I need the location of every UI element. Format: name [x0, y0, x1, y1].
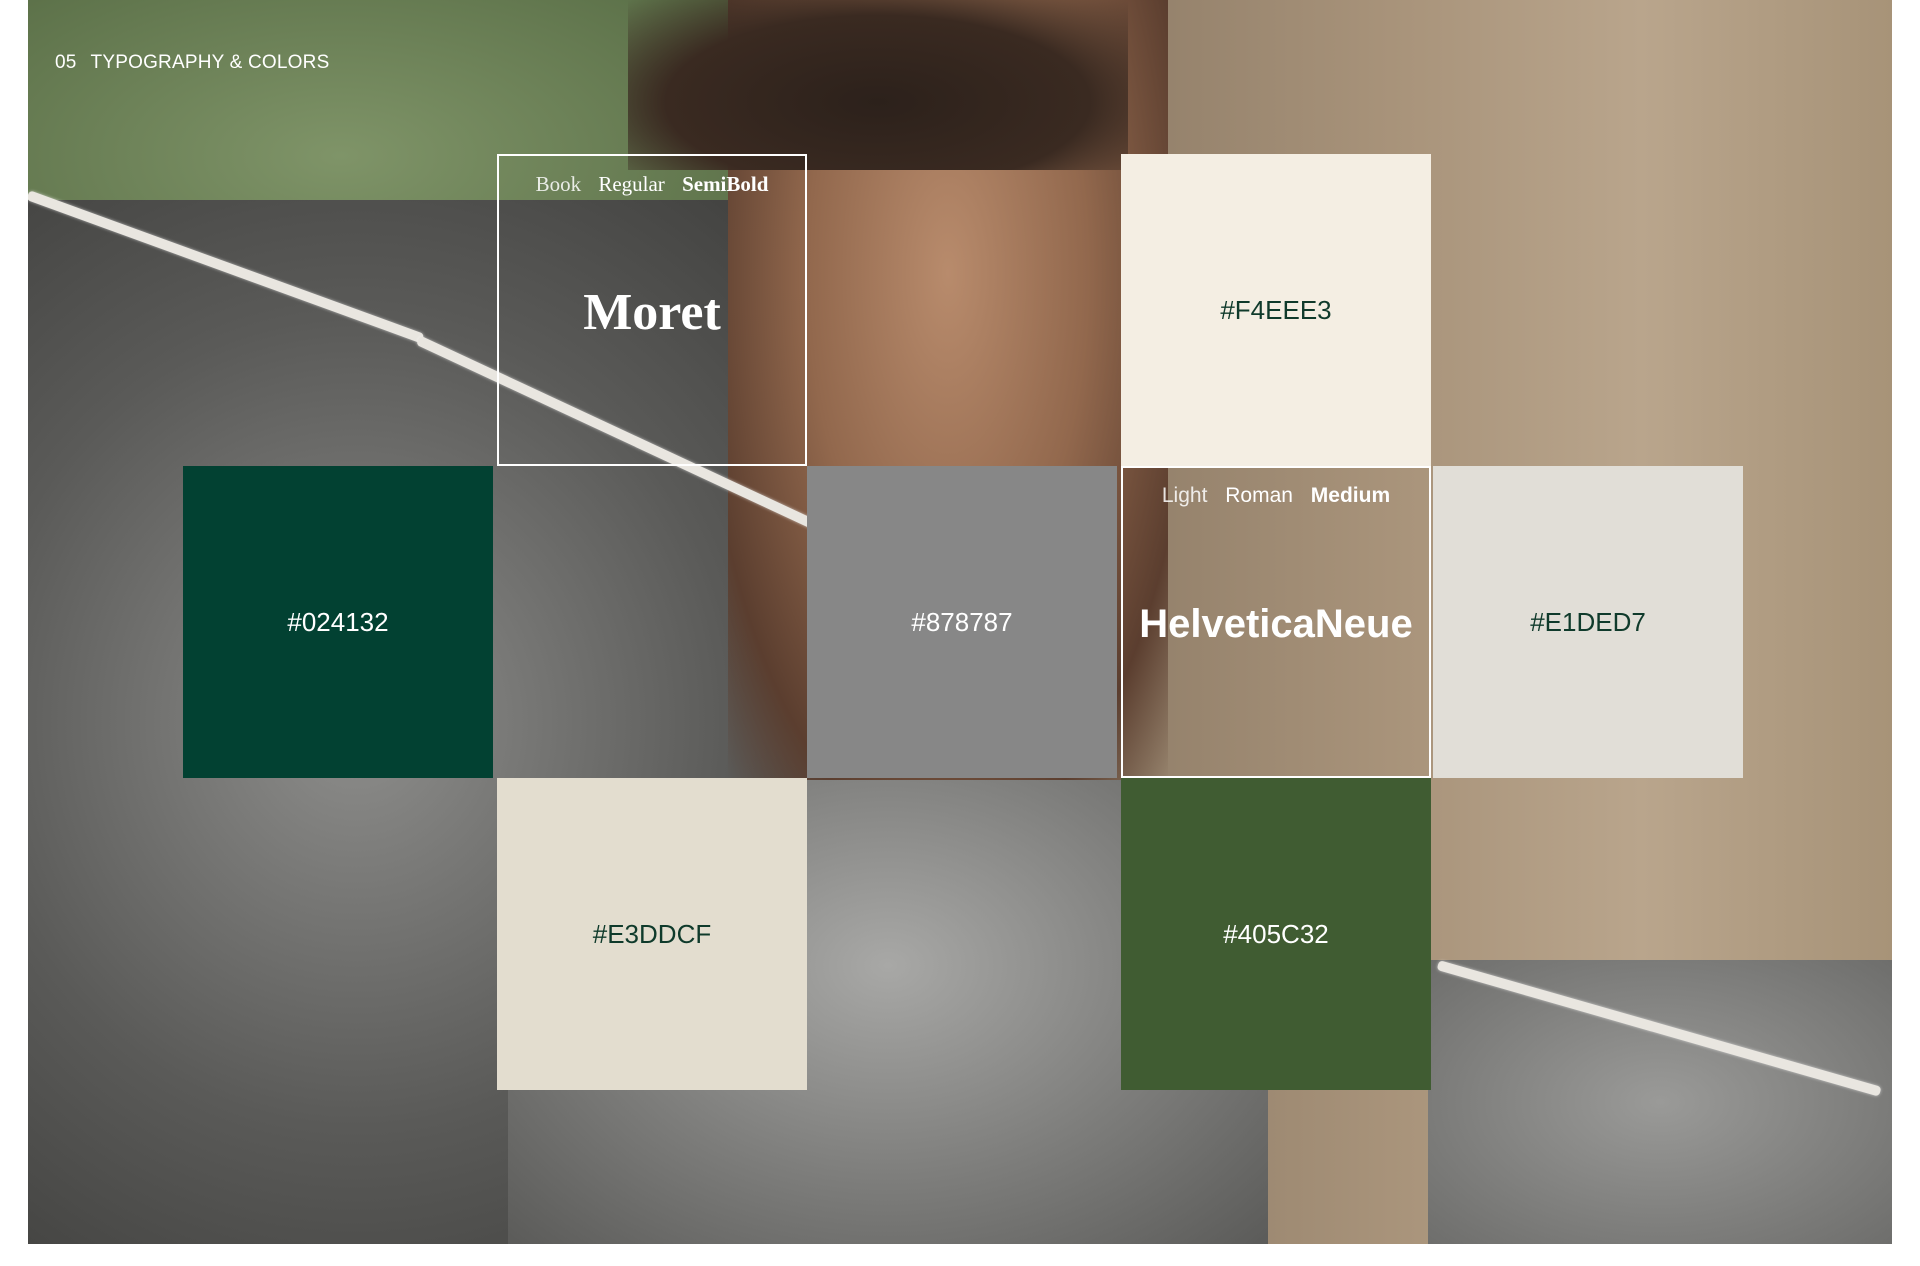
color-swatch-beige: #E3DDCF [497, 778, 807, 1090]
color-swatch-moss-green: #405C32 [1121, 778, 1431, 1090]
section-header: 05 TYPOGRAPHY & COLORS [55, 52, 329, 74]
color-swatch-cream: #F4EEE3 [1121, 154, 1431, 466]
color-code: #405C32 [1223, 918, 1329, 949]
model-hair-photo [628, 0, 1128, 170]
section-title: TYPOGRAPHY & COLORS [90, 52, 330, 73]
section-number: 05 [55, 52, 77, 73]
page-margin [28, 1244, 1892, 1266]
sans-typeface-card: Light Roman Medium HelveticaNeue [1121, 466, 1431, 778]
color-code: #F4EEE3 [1220, 294, 1332, 325]
moodboard: 05 TYPOGRAPHY & COLORS Book Regular SemiB… [28, 0, 1892, 1244]
color-swatch-gray: #878787 [807, 466, 1117, 778]
color-code: #E3DDCF [592, 918, 712, 949]
color-swatch-light-gray: #E1DED7 [1433, 466, 1743, 778]
color-code: #024132 [287, 606, 389, 637]
background-bw-rock-photo [1428, 960, 1892, 1244]
serif-typeface-card: Book Regular SemiBold Moret [497, 154, 807, 466]
color-code: #E1DED7 [1530, 606, 1646, 637]
color-code: #878787 [911, 606, 1013, 637]
color-swatch-dark-green: #024132 [183, 466, 493, 778]
sans-typeface-name: HelveticaNeue [1139, 601, 1413, 646]
serif-typeface-name: Moret [583, 283, 721, 341]
